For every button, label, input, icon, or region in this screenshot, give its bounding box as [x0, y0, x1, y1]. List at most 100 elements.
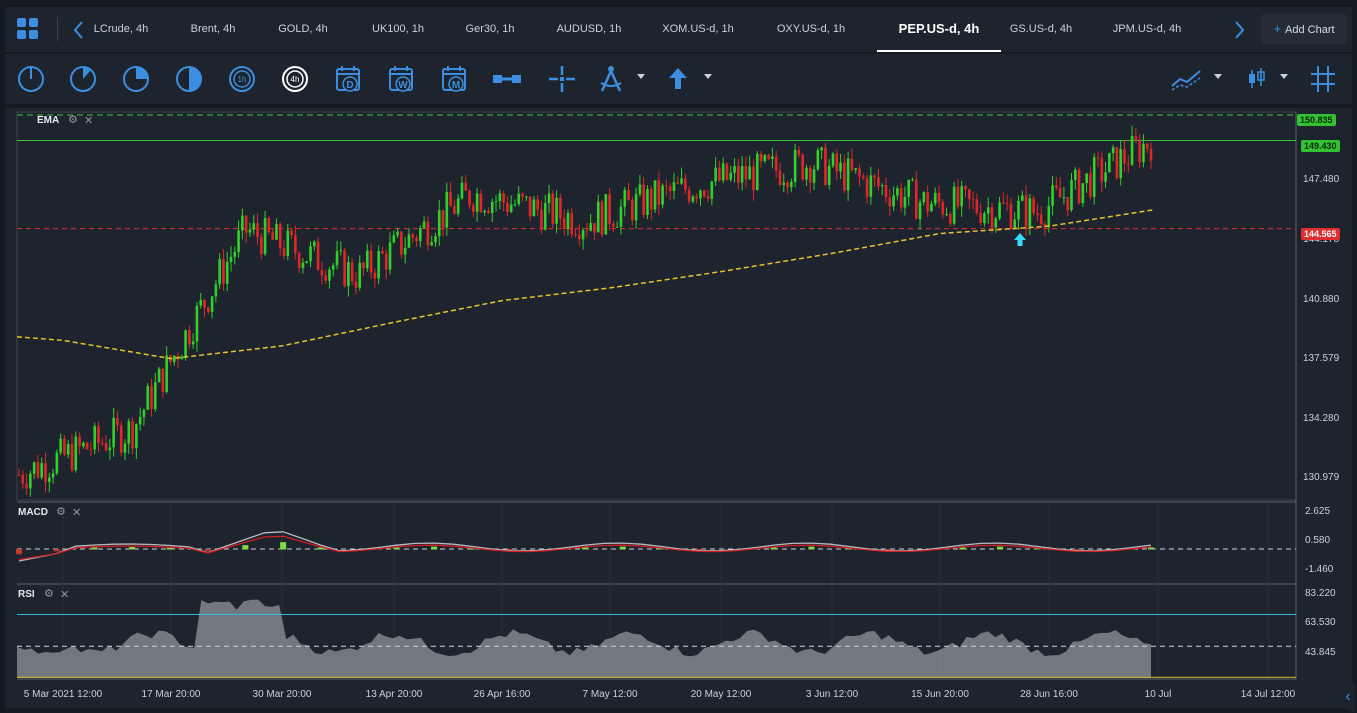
bullish-candle — [525, 196, 528, 198]
macd-settings-gear-icon[interactable]: ⚙ — [56, 505, 66, 518]
bearish-candle — [400, 231, 403, 255]
bullish-candle — [1142, 143, 1145, 163]
bearish-candle — [161, 368, 165, 392]
close-icon[interactable]: ✕ — [84, 114, 93, 127]
range-bar-icon[interactable] — [491, 64, 523, 94]
bearish-candle — [884, 185, 888, 198]
add-chart-button[interactable]: + Add Chart — [1261, 14, 1347, 44]
calendar-day-icon[interactable]: D — [334, 64, 364, 94]
bullish-candle — [286, 230, 290, 256]
bearish-candle — [861, 176, 865, 179]
bullish-candle — [782, 182, 786, 185]
tab-uk100[interactable]: UK100, 1h — [364, 7, 432, 52]
bullish-candle — [854, 168, 857, 170]
bearish-candle — [222, 259, 225, 284]
bullish-candle — [994, 218, 998, 228]
bearish-candle — [914, 179, 918, 220]
chevron-right-icon[interactable] — [1229, 18, 1249, 42]
bearish-candle — [17, 474, 21, 476]
bullish-candle — [896, 188, 899, 196]
support-price-tag: 144.565 — [1301, 228, 1340, 240]
bearish-candle — [521, 193, 524, 197]
tab-gold[interactable]: GOLD, 4h — [271, 7, 335, 52]
tab-jpm[interactable]: JPM.US-d, 4h — [1107, 7, 1187, 52]
arrow-up-icon[interactable] — [666, 64, 690, 94]
tab-gs[interactable]: GS.US-d, 4h — [1005, 7, 1077, 52]
bullish-candle — [456, 198, 460, 214]
macd-histogram-bar — [91, 547, 98, 550]
bearish-candle — [574, 233, 577, 235]
grid-toggle-icon[interactable] — [1309, 64, 1337, 94]
rsi-settings-gear-icon[interactable]: ⚙ — [44, 587, 54, 600]
candle-type-icon[interactable] — [1246, 64, 1268, 94]
indicators-icon[interactable] — [1170, 64, 1204, 94]
bearish-candle — [89, 449, 93, 451]
pie-half-icon[interactable] — [122, 64, 150, 94]
bearish-candle — [979, 212, 982, 224]
timeframe-4h-icon[interactable]: 4h — [281, 64, 309, 94]
compass-dropdown-icon[interactable] — [637, 74, 645, 79]
pie-third-icon[interactable] — [69, 64, 97, 94]
macd-close-icon[interactable]: ✕ — [72, 506, 81, 519]
layout-grid-icon[interactable] — [17, 18, 39, 40]
rsi-axis-label: 43.845 — [1305, 647, 1336, 658]
chart-area[interactable]: EMA ⚙ ✕ MACD ⚙ ✕ RSI ⚙ ✕ 147.480 144.178… — [5, 108, 1352, 708]
bearish-candle — [665, 185, 668, 187]
calendar-month-icon[interactable]: M — [440, 64, 470, 94]
bearish-candle — [188, 330, 191, 345]
bullish-candle — [1085, 173, 1088, 184]
time-axis-label: 5 Mar 2021 12:00 — [23, 689, 103, 700]
calendar-week-icon[interactable]: W — [387, 64, 417, 94]
crosshair-icon[interactable] — [548, 64, 576, 94]
bearish-candle — [843, 162, 846, 191]
tab-ger30[interactable]: Ger30, 1h — [458, 7, 522, 52]
price-chart[interactable] — [5, 108, 1352, 708]
bearish-candle — [426, 221, 430, 246]
bullish-candle — [146, 386, 150, 410]
pie-quarter-icon[interactable] — [17, 64, 45, 94]
candle-type-dropdown-icon[interactable] — [1280, 74, 1288, 79]
tab-brent[interactable]: Brent, 4h — [179, 7, 247, 52]
bullish-candle — [952, 186, 956, 224]
macd-axis-label: 2.625 — [1305, 506, 1331, 517]
indicators-dropdown-icon[interactable] — [1214, 74, 1222, 79]
bullish-candle — [437, 210, 441, 237]
bearish-candle — [600, 201, 604, 235]
bullish-candle — [377, 251, 380, 279]
tab-oxy[interactable]: OXY.US-d, 1h — [771, 7, 851, 52]
chevron-left-icon[interactable] — [69, 18, 89, 42]
bullish-candle — [407, 234, 411, 248]
bullish-candle — [225, 261, 229, 284]
time-axis-label: 30 Mar 20:00 — [252, 689, 312, 700]
compass-icon[interactable] — [597, 64, 627, 94]
settings-gear-icon[interactable]: ⚙ — [68, 113, 78, 126]
collapse-panel-chevron-icon[interactable]: ‹ — [1341, 683, 1355, 711]
bearish-candle — [858, 168, 861, 177]
bullish-candle — [112, 418, 115, 448]
bullish-candle — [59, 438, 62, 453]
time-axis-label: 20 May 12:00 — [690, 689, 752, 700]
bearish-candle — [203, 299, 206, 308]
tab-audusd[interactable]: AUDUSD, 1h — [552, 7, 626, 52]
rsi-area — [17, 599, 1151, 678]
bullish-candle — [157, 368, 161, 383]
bearish-candle — [1058, 187, 1062, 198]
rsi-axis-label: 83.220 — [1305, 588, 1336, 599]
tab-lcrude[interactable]: LCrude, 4h — [87, 7, 155, 52]
arrow-dropdown-icon[interactable] — [704, 74, 712, 79]
bearish-candle — [684, 178, 687, 190]
tab-xom[interactable]: XOM.US-d, 1h — [658, 7, 738, 52]
bearish-candle — [1036, 213, 1039, 215]
bullish-candle — [839, 162, 842, 172]
rsi-close-icon[interactable]: ✕ — [60, 588, 69, 601]
bullish-candle — [869, 175, 873, 197]
bearish-candle — [657, 180, 661, 205]
bearish-candle — [119, 425, 123, 453]
bearish-candle — [865, 178, 869, 197]
timeframe-1h-icon[interactable]: 1h — [228, 64, 256, 94]
tab-pep[interactable]: PEP.US-d, 4h — [877, 7, 1001, 52]
bullish-candle — [812, 169, 816, 183]
bullish-candle — [483, 210, 486, 213]
bullish-candle — [233, 251, 237, 257]
pie-two-thirds-icon[interactable] — [175, 64, 203, 94]
